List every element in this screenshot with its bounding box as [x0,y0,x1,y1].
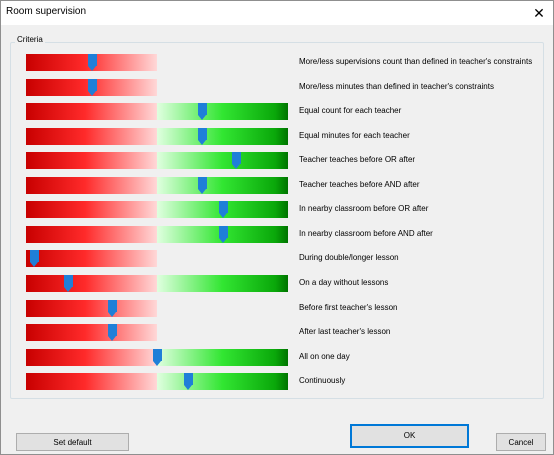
criterion-slider-thumb[interactable] [108,324,118,342]
criterion-row: Teacher teaches before AND after [1,176,554,194]
criterion-slider-track-positive[interactable] [157,103,288,121]
criterion-label: Teacher teaches before OR after [299,155,416,165]
criterion-row: Equal count for each teacher [1,103,554,121]
criterion-slider-thumb[interactable] [87,54,97,71]
criterion-slider-thumb[interactable] [218,201,228,219]
criterion-slider-track-negative[interactable] [26,152,157,170]
criterion-label: All on one day [299,351,350,361]
criterion-slider-thumb[interactable] [197,103,207,121]
room-supervision-dialog: Room supervision ✕ Criteria More/less su… [0,0,554,455]
criterion-row: On a day without lessons [1,274,554,292]
criterion-slider-track-negative[interactable] [26,225,157,243]
criterion-label: On a day without lessons [299,277,389,287]
criterion-label: More/less minutes than defined in teache… [299,81,494,91]
criterion-slider-thumb[interactable] [87,78,97,96]
criterion-slider-track-negative[interactable] [26,324,157,342]
criterion-row: After last teacher's lesson [1,324,554,342]
criterion-slider-track-negative[interactable] [26,103,157,121]
criterion-slider-track-negative[interactable] [26,348,157,366]
criterion-row: In nearby classroom before AND after [1,225,554,243]
criterion-label: Equal minutes for each teacher [299,130,410,140]
criterion-slider-track-positive[interactable] [157,152,288,170]
criteria-group [10,42,544,399]
criterion-slider-track-negative[interactable] [26,176,157,194]
criterion-slider-track-positive[interactable] [157,127,288,145]
window-title: Room supervision [6,6,87,17]
criterion-slider-track-negative[interactable] [26,299,157,317]
cancel-button[interactable]: Cancel [496,433,546,451]
criterion-row: More/less minutes than defined in teache… [1,78,554,96]
criterion-label: In nearby classroom before OR after [299,204,429,214]
criterion-label: Equal count for each teacher [299,106,402,116]
criterion-slider-track-positive[interactable] [157,373,288,391]
criterion-label: After last teacher's lesson [299,327,391,337]
criterion-slider-track-negative[interactable] [26,127,157,145]
criterion-row: During double/longer lesson [1,250,554,268]
criterion-slider-thumb[interactable] [184,373,194,391]
set-default-button[interactable]: Set default [16,433,129,451]
criterion-row: More/less supervisions count than define… [1,54,554,71]
criterion-label: Continuously [299,376,346,386]
criterion-slider-track-positive[interactable] [157,274,288,292]
criterion-slider-track-positive[interactable] [157,176,288,194]
criterion-slider-track-negative[interactable] [26,250,157,268]
criterion-row: Continuously [1,373,554,391]
criterion-label: More/less supervisions count than define… [299,57,533,66]
criterion-row: Teacher teaches before OR after [1,152,554,170]
criterion-slider-thumb[interactable] [63,274,73,292]
criterion-row: Before first teacher's lesson [1,299,554,317]
criterion-row: All on one day [1,348,554,366]
ok-button[interactable]: OK [350,424,469,448]
criterion-slider-track-negative[interactable] [26,201,157,219]
criterion-slider-thumb[interactable] [231,152,241,170]
title-bar: Room supervision ✕ [1,1,553,25]
criteria-group-label: Criteria [15,35,45,44]
criterion-slider-thumb[interactable] [197,176,207,194]
criterion-slider-track-positive[interactable] [157,348,288,366]
criterion-row: Equal minutes for each teacher [1,127,554,145]
criterion-label: Teacher teaches before AND after [299,179,420,189]
criterion-label: In nearby classroom before AND after [299,228,433,238]
criterion-label: During double/longer lesson [299,253,399,263]
close-icon[interactable]: ✕ [525,1,553,25]
criterion-slider-thumb[interactable] [108,299,118,317]
criterion-slider-thumb[interactable] [153,348,162,366]
criterion-slider-track-negative[interactable] [26,274,157,292]
criterion-row: In nearby classroom before OR after [1,201,554,219]
criterion-slider-track-negative[interactable] [26,373,157,391]
criterion-slider-thumb[interactable] [218,225,228,243]
criterion-slider-thumb[interactable] [29,250,39,268]
criterion-slider-thumb[interactable] [197,127,207,145]
criterion-label: Before first teacher's lesson [299,302,398,312]
